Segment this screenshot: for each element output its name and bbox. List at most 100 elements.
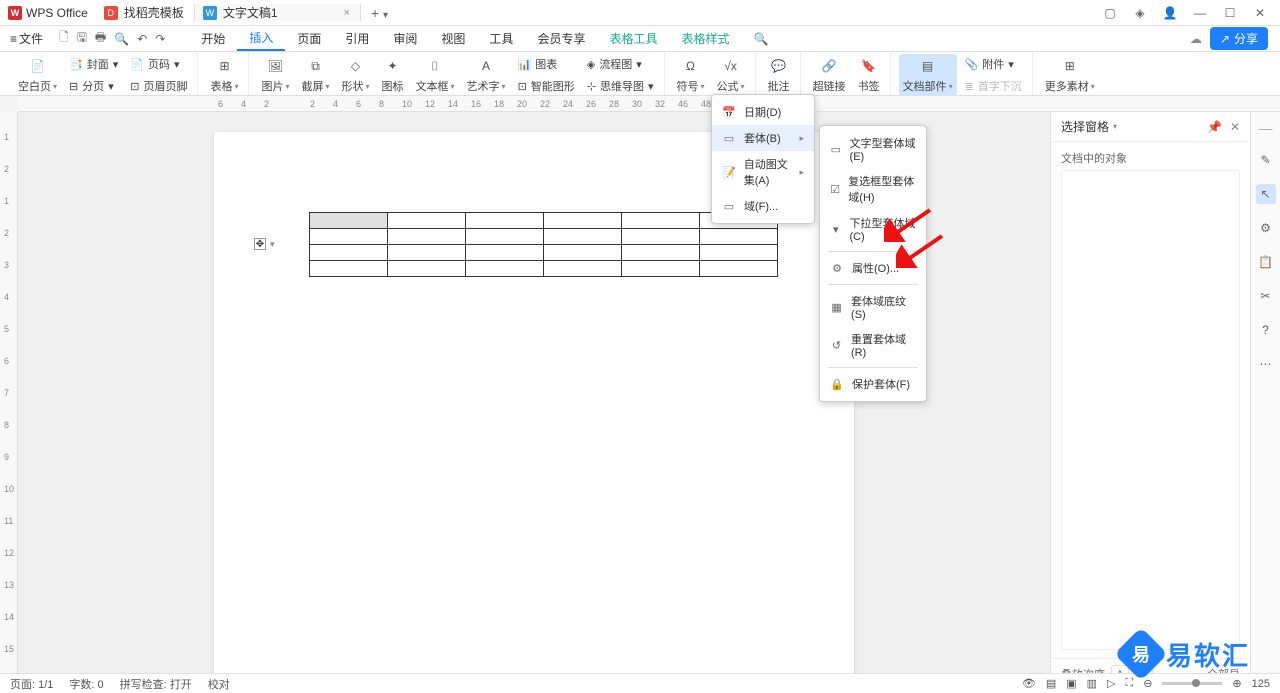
dropdown-handle-icon[interactable]: ▾ [270,239,275,250]
page-break-button[interactable]: ⊟ 分页 ▾ [65,76,122,96]
flowchart-button[interactable]: ◈ 流程图 ▾ [583,54,658,74]
tab-page[interactable]: 页面 [285,26,333,51]
comment-button[interactable]: 💬批注 [764,54,794,96]
document-table[interactable] [309,212,778,277]
pin-icon[interactable]: 📌 [1207,120,1222,134]
status-words[interactable]: 字数: 0 [69,676,103,692]
close-window-icon[interactable]: ✕ [1252,5,1268,21]
menu-checkbox-field[interactable]: ☑复选框型套体域(H) [820,168,926,210]
menu-dropdown-field[interactable]: ▾下拉型套体域(C) [820,210,926,248]
settings-tool-icon[interactable]: ⚙ [1256,218,1276,238]
menu-date[interactable]: 📅日期(D) [712,99,814,125]
menu-envelope[interactable]: ▭套体(B)▸ [712,125,814,151]
status-proof[interactable]: 校对 [208,676,230,692]
view-page-icon[interactable]: ▤ [1046,677,1056,690]
table-move-handle[interactable]: ✥ ▾ [254,238,275,250]
search-button[interactable]: 🔍 [741,26,780,51]
cube-icon[interactable]: ◈ [1132,5,1148,21]
minimize-icon[interactable]: — [1192,5,1208,21]
wps-logo[interactable]: W WPS Office [0,6,96,20]
clipboard-tool-icon[interactable]: 📋 [1256,252,1276,272]
fit-icon[interactable]: ⛶ [1126,677,1134,690]
menu-field[interactable]: ▭域(F)... [712,193,814,219]
tab-view[interactable]: 视图 [429,26,477,51]
menu-protect[interactable]: 🔒保护套体(F) [820,371,926,397]
eye-icon[interactable]: 👁 [1022,677,1036,690]
bookmark-button[interactable]: 🔖书签 [854,54,884,96]
tab-table-tools[interactable]: 表格工具 [597,26,669,51]
hamburger-menu[interactable]: ≡ 文件 [4,27,49,50]
wordart-button[interactable]: A艺术字▾ [463,54,510,96]
preview-icon[interactable]: 🔍 [114,32,129,46]
more-materials-button[interactable]: ⊞更多素材▾ [1041,54,1099,96]
table-cell-active[interactable] [310,213,388,229]
tab-label: 找稻壳模板 [124,4,184,21]
collapse-toolbar-icon[interactable]: — [1259,120,1273,136]
ruler-horizontal[interactable]: 64224681012141618202224262830324648 [18,96,1280,112]
chart-button[interactable]: 📊 图表 [514,54,579,74]
page-number-button[interactable]: 📄 页码 ▾ [126,54,191,74]
mindmap-button[interactable]: ⊹ 思维导图 ▾ [583,76,658,96]
zoom-in-icon[interactable]: ⊕ [1232,677,1241,690]
share-button[interactable]: ↗ 分享 [1210,27,1268,50]
help-tool-icon[interactable]: ? [1256,320,1276,340]
play-icon[interactable]: ▷ [1107,677,1115,690]
window-tile-icon[interactable]: ▢ [1102,5,1118,21]
doc-tab-templates[interactable]: D 找稻壳模板 [96,4,195,21]
tab-tools[interactable]: 工具 [477,26,525,51]
tab-review[interactable]: 审阅 [381,26,429,51]
pen-tool-icon[interactable]: ✎ [1256,150,1276,170]
undo-icon[interactable]: ↶ [137,32,147,46]
status-page[interactable]: 页面: 1/1 [10,676,53,692]
status-zoom[interactable]: 125 [1252,678,1270,690]
new-icon[interactable]: 🗋 [59,28,69,49]
redo-icon[interactable]: ↷ [155,32,165,46]
avatar-icon[interactable]: 👤 [1162,5,1178,21]
more-tool-icon[interactable]: ⋯ [1256,354,1276,374]
doc-parts-button[interactable]: ▤文档部件▾ [899,54,957,96]
save-icon[interactable]: 🖫 [77,28,87,49]
cover-button[interactable]: 📑 封面 ▾ [65,54,122,74]
view-outline-icon[interactable]: ▣ [1066,677,1076,690]
tab-start[interactable]: 开始 [189,26,237,51]
tab-table-style[interactable]: 表格样式 [669,26,741,51]
shape-button[interactable]: ◇形状▾ [338,54,374,96]
menu-field-shading[interactable]: ▦套体域底纹(S) [820,288,926,326]
icon-lib-icon: ✦ [383,56,403,76]
table-button[interactable]: ⊞表格▾ [206,54,242,96]
menu-properties[interactable]: ⚙属性(O)... [820,255,926,281]
menu-reset-fields[interactable]: ↺重置套体域(R) [820,326,926,364]
smartart-button[interactable]: ⊡ 智能图形 [514,76,579,96]
cursor-tool-icon[interactable]: ↖ [1256,184,1276,204]
hyperlink-button[interactable]: 🔗超链接 [809,54,850,96]
textbox-button[interactable]: ⌷文本框▾ [412,54,459,96]
equation-button[interactable]: √x公式▾ [713,54,749,96]
image-button[interactable]: 🖼图片▾ [257,54,293,96]
header-footer-button[interactable]: ⊡ 页眉页脚 [126,76,191,96]
status-spell[interactable]: 拼写检查: 打开 [120,676,192,692]
panel-close-icon[interactable]: ✕ [1230,120,1240,134]
tab-member[interactable]: 会员专享 [525,26,597,51]
print-icon[interactable]: 🖶 [95,28,106,49]
blank-page-button[interactable]: 📄 空白页▾ [14,54,61,96]
maximize-icon[interactable]: ☐ [1222,5,1238,21]
view-web-icon[interactable]: ▥ [1087,677,1097,690]
zoom-slider[interactable] [1162,682,1222,685]
screenshot-button[interactable]: ⧉截屏▾ [298,54,334,96]
scissors-tool-icon[interactable]: ✂ [1256,286,1276,306]
doc-tab-document[interactable]: W 文字文稿1 × [195,4,361,21]
menu-text-field[interactable]: ▭文字型套体域(E) [820,130,926,168]
dropcap-button[interactable]: ≣ 首字下沉 [961,76,1026,96]
tab-reference[interactable]: 引用 [333,26,381,51]
icon-button[interactable]: ✦图标 [378,54,408,96]
menu-autotext[interactable]: 📝自动图文集(A)▸ [712,151,814,193]
attachment-button[interactable]: 📎 附件 ▾ [961,54,1026,74]
ruler-vertical[interactable]: 12123456789101112131415 [0,112,18,673]
symbol-icon: Ω [681,56,701,76]
zoom-out-icon[interactable]: ⊖ [1143,677,1152,690]
close-icon[interactable]: × [344,7,350,19]
symbol-button[interactable]: Ω符号▾ [673,54,709,96]
tab-insert[interactable]: 插入 [237,26,285,51]
tab-add-button[interactable]: + ▾ [361,5,398,21]
cloud-icon[interactable]: ☁ [1190,32,1202,46]
